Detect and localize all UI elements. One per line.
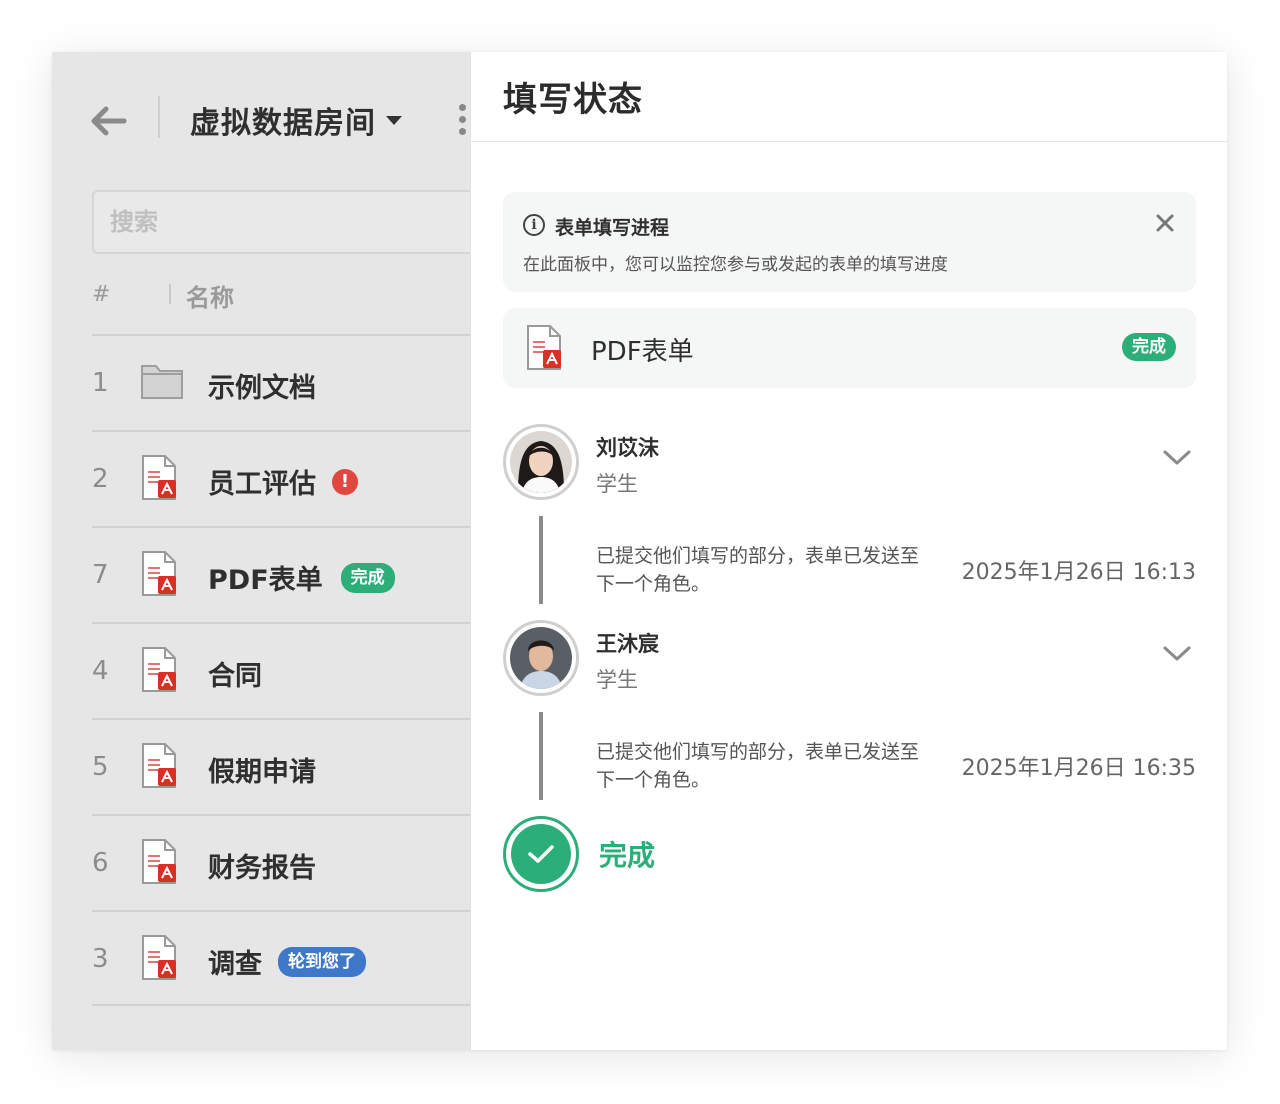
step-timestamp: 2025年1月26日 16:13: [961, 560, 1196, 585]
file-name: 员工评估: [208, 469, 316, 500]
info-icon: i: [523, 214, 545, 236]
participant-name: 王沐宸: [596, 632, 659, 656]
file-name: PDF表单: [208, 565, 323, 596]
file-name: 财务报告: [208, 853, 316, 884]
row-number: 7: [92, 560, 109, 590]
column-header-name[interactable]: 名称: [186, 278, 234, 313]
step-note: 已提交他们填写的部分，表单已发送至下一个角色。: [596, 741, 920, 791]
status-badge: 完成: [340, 562, 395, 593]
back-button[interactable]: [90, 102, 128, 140]
more-options-icon[interactable]: [456, 104, 468, 138]
room-selector[interactable]: 虚拟数据房间: [190, 98, 402, 142]
participant-name: 刘苡沫: [596, 436, 659, 460]
row-number: 4: [92, 656, 109, 686]
search-input[interactable]: [92, 190, 470, 254]
row-number: 2: [92, 464, 109, 494]
file-name: 合同: [208, 661, 262, 692]
header-divider: [158, 96, 160, 138]
step-timestamp: 2025年1月26日 16:35: [961, 756, 1196, 781]
table-row[interactable]: 2 员工评估 !: [92, 430, 470, 526]
app-window: 虚拟数据房间 # 名称 1 示例文档 2: [52, 52, 1227, 1050]
table-row[interactable]: 1 示例文档: [92, 334, 470, 430]
row-number: 3: [92, 944, 109, 974]
participant-role: 学生: [596, 472, 638, 496]
file-name: 调查: [208, 949, 262, 980]
chevron-down-icon[interactable]: [1162, 448, 1192, 472]
completion-label: 完成: [599, 839, 656, 872]
row-number: 5: [92, 752, 109, 782]
table-row[interactable]: 6 财务报告: [92, 814, 470, 910]
check-circle-icon: [503, 816, 579, 892]
pdf-icon: [140, 454, 180, 506]
avatar: [503, 424, 579, 500]
status-badge: 完成: [1122, 333, 1176, 361]
panel-title: 填写状态: [503, 80, 643, 120]
table-row[interactable]: 5 假期申请: [92, 718, 470, 814]
avatar: [503, 620, 579, 696]
turn-badge: 轮到您了: [278, 946, 366, 977]
file-list: 1 示例文档 2 员工评估 ! 7 PDF表单 完成 4 合同 5 假期申请 6…: [92, 334, 470, 1006]
panel-header: 填写状态: [471, 52, 1227, 142]
info-description: 在此面板中，您可以监控您参与或发起的表单的填写进度: [523, 255, 948, 275]
info-banner: i 表单填写进程 在此面板中，您可以监控您参与或发起的表单的填写进度: [503, 192, 1196, 292]
table-row[interactable]: 4 合同: [92, 622, 470, 718]
close-icon: [1156, 214, 1174, 232]
pdf-icon: [140, 934, 180, 986]
file-browser-pane: 虚拟数据房间 # 名称 1 示例文档 2: [52, 52, 470, 1050]
form-card[interactable]: PDF表单 完成: [503, 308, 1196, 388]
table-row[interactable]: 3 调查 轮到您了: [92, 910, 470, 1006]
pdf-icon: [140, 550, 180, 602]
form-name: PDF表单: [591, 337, 694, 367]
row-number: 6: [92, 848, 109, 878]
room-title: 虚拟数据房间: [190, 106, 376, 141]
pdf-icon: [140, 742, 180, 794]
file-name: 示例文档: [208, 373, 316, 404]
folder-icon: [140, 358, 184, 406]
caret-down-icon: [386, 115, 402, 125]
file-name: 假期申请: [208, 757, 316, 788]
pdf-icon: [140, 838, 180, 890]
timeline-connector: [539, 712, 543, 800]
timeline-connector: [539, 516, 543, 604]
pdf-icon: [140, 646, 180, 698]
step-note: 已提交他们填写的部分，表单已发送至下一个角色。: [596, 545, 920, 595]
column-header-number[interactable]: #: [92, 282, 110, 307]
chevron-down-icon[interactable]: [1162, 644, 1192, 668]
pdf-icon: [525, 324, 565, 376]
info-title: 表单填写进程: [555, 217, 670, 239]
fill-status-panel: 填写状态 i 表单填写进程 在此面板中，您可以监控您参与或发起的表单的填写进度: [470, 52, 1227, 1050]
participant-role: 学生: [596, 668, 638, 692]
row-number: 1: [92, 368, 109, 398]
close-button[interactable]: [1152, 210, 1178, 236]
arrow-left-icon: [91, 106, 127, 136]
alert-icon: !: [332, 468, 358, 495]
column-divider: [169, 284, 171, 304]
table-row[interactable]: 7 PDF表单 完成: [92, 526, 470, 622]
